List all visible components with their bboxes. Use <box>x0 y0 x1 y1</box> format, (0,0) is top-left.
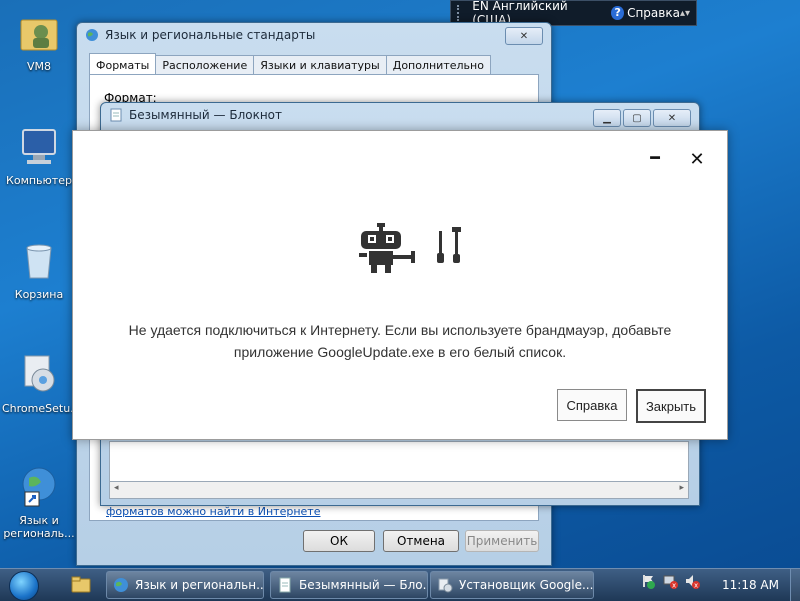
globe-icon <box>114 578 128 592</box>
taskbar-item-installer[interactable]: Установщик Google... <box>430 571 594 599</box>
notepad-icon <box>110 108 122 122</box>
taskbar-item-label: Язык и региональн... <box>135 578 264 592</box>
window-title: Язык и региональные стандарты <box>105 28 316 42</box>
tab-strip: Форматы Расположение Языки и клавиатуры … <box>89 53 491 75</box>
google-update-error-dialog: ━ ✕ Не удается подключиться к Интернету.… <box>72 130 728 440</box>
desktop-icon-label: Компьютер <box>6 174 72 187</box>
apply-button[interactable]: Применить <box>465 530 539 552</box>
recycle-bin-icon <box>15 236 63 284</box>
window-controls: ▁ ▢ ✕ <box>593 109 691 127</box>
close-button[interactable]: ✕ <box>653 109 691 127</box>
tab-keyboards[interactable]: Языки и клавиатуры <box>253 55 387 75</box>
minimize-button[interactable]: ▁ <box>593 109 621 127</box>
globe-shortcut-icon <box>15 462 63 510</box>
desktop-icon-recycle-bin[interactable]: Корзина <box>2 236 76 301</box>
notepad-icon <box>279 577 291 593</box>
folder-icon <box>71 576 91 593</box>
desktop-icon-vm8[interactable]: VM8 <box>2 8 76 73</box>
minimize-button[interactable]: ━ <box>645 147 665 167</box>
svg-text:x: x <box>672 582 676 590</box>
tab-formats[interactable]: Форматы <box>89 53 157 75</box>
minimize-icon: ━ <box>650 147 660 167</box>
error-message: Не удается подключиться к Интернету. Есл… <box>73 319 727 363</box>
taskbar-item-label: Безымянный — Бло... <box>299 578 428 592</box>
ok-button[interactable]: ОК <box>303 530 375 552</box>
desktop-icon-computer[interactable]: Компьютер <box>2 122 76 187</box>
regional-titlebar[interactable]: Язык и региональные стандарты <box>77 23 551 47</box>
online-formats-link[interactable]: форматов можно найти в Интернете <box>106 505 320 518</box>
desktop-icon-label: Язык и региональ... <box>3 514 75 540</box>
language-bar-help[interactable]: Справка <box>627 6 680 20</box>
close-dialog-button[interactable]: Закрыть <box>636 389 706 423</box>
explorer-quicklaunch-button[interactable] <box>66 573 96 597</box>
start-button[interactable] <box>4 569 44 601</box>
help-icon[interactable]: ? <box>611 6 625 20</box>
network-error-icon[interactable]: x <box>662 573 678 589</box>
tab-administrative[interactable]: Дополнительно <box>385 55 491 75</box>
horizontal-scrollbar[interactable]: ◂ ▸ <box>109 481 689 499</box>
maximize-button[interactable]: ▢ <box>623 109 651 127</box>
installer-icon <box>438 578 453 593</box>
taskbar-item-notepad[interactable]: Безымянный — Бло... <box>270 571 428 599</box>
close-icon: ✕ <box>519 30 529 42</box>
scroll-right-icon[interactable]: ▸ <box>679 483 684 493</box>
globe-icon <box>86 29 98 41</box>
close-icon: ✕ <box>689 148 705 170</box>
minimize-icon: ▁ <box>603 112 611 124</box>
desktop-icon-label: Корзина <box>14 288 64 301</box>
svg-text:x: x <box>694 582 698 590</box>
scroll-left-icon[interactable]: ◂ <box>114 483 119 493</box>
taskbar-item-regional[interactable]: Язык и региональн... <box>106 571 264 599</box>
maximize-icon: ▢ <box>632 112 642 124</box>
broken-robot-icon <box>359 223 461 273</box>
system-tray: x x <box>640 573 700 589</box>
desktop-icon-label: VM8 <box>26 60 51 73</box>
close-button[interactable]: ✕ <box>687 148 707 170</box>
installer-icon <box>15 350 63 398</box>
close-icon: ✕ <box>667 112 677 124</box>
cancel-button[interactable]: Отмена <box>383 530 459 552</box>
action-center-flag-icon[interactable] <box>640 573 656 589</box>
computer-icon <box>15 122 63 170</box>
error-message-line: Не удается подключиться к Интернету. Есл… <box>128 322 672 338</box>
show-desktop-button[interactable] <box>790 569 800 601</box>
taskbar: Язык и региональн... Безымянный — Бло...… <box>0 568 800 601</box>
desktop-icon-regional-shortcut[interactable]: Язык и региональ... <box>2 462 76 540</box>
error-message-line: приложение GoogleUpdate.exe в его белый … <box>233 344 567 360</box>
desktop-icon-chrome-setup[interactable]: ChromeSetu... <box>2 350 81 415</box>
taskbar-item-label: Установщик Google... <box>459 578 594 592</box>
volume-muted-icon[interactable]: x <box>684 573 700 589</box>
window-title: Безымянный — Блокнот <box>129 108 283 122</box>
desktop-icon-label: ChromeSetu... <box>2 402 81 415</box>
user-folder-icon <box>15 8 63 56</box>
language-bar-grip[interactable] <box>457 5 466 21</box>
tab-location[interactable]: Расположение <box>155 55 255 75</box>
clock[interactable]: 11:18 AM <box>722 578 779 592</box>
help-button[interactable]: Справка <box>557 389 627 421</box>
notepad-text-area[interactable] <box>109 441 689 483</box>
close-button[interactable]: ✕ <box>505 27 543 45</box>
windows-logo-icon <box>9 571 39 601</box>
language-bar-options-icon[interactable]: ▴▾ <box>680 8 690 19</box>
